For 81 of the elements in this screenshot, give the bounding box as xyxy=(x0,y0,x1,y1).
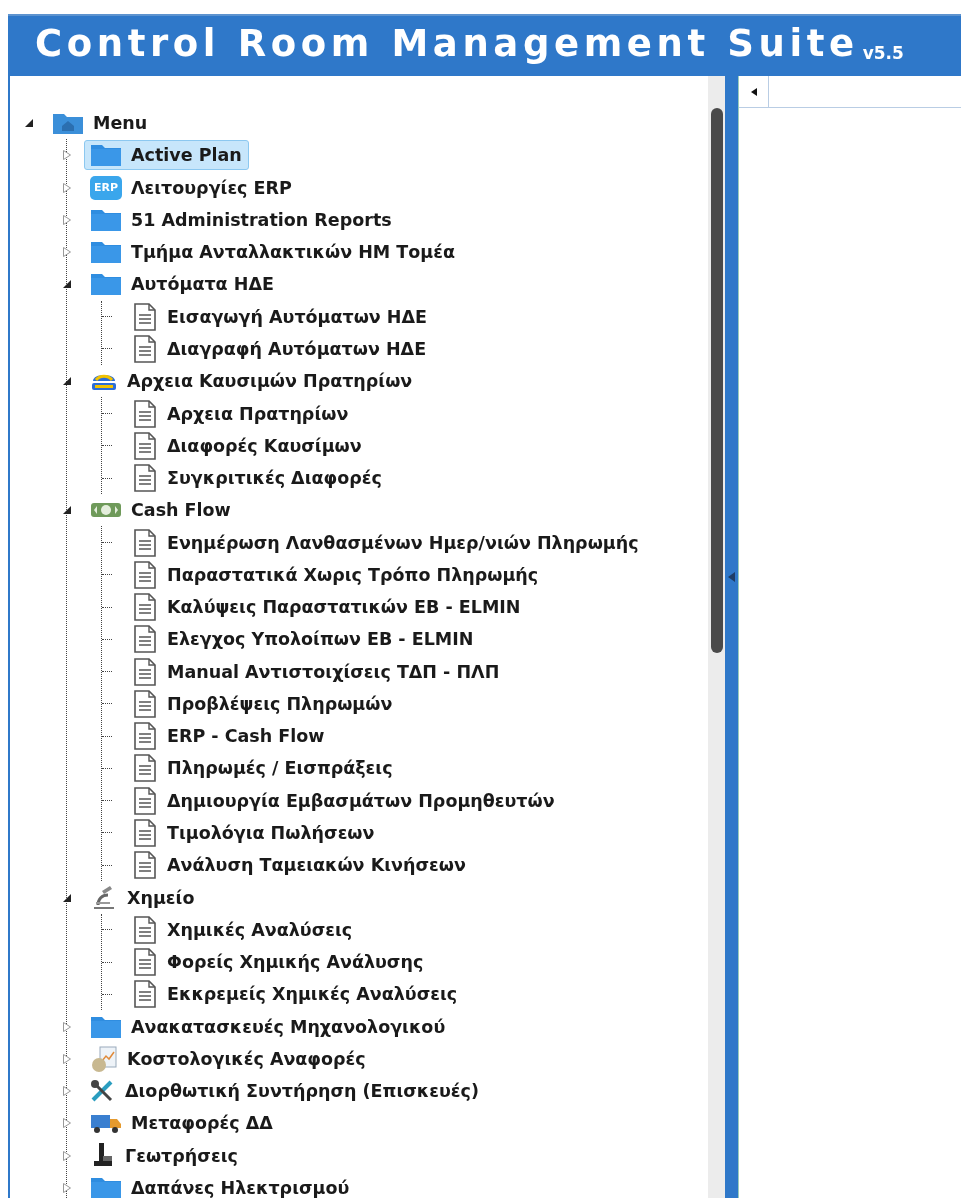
document-icon xyxy=(132,302,158,331)
tree-item[interactable]: Δημιουργία Εμβασμάτων Προμηθευτών xyxy=(126,783,562,818)
tree-item[interactable]: 51 Administration Reports xyxy=(84,204,399,235)
document-icon xyxy=(132,657,158,686)
document-icon xyxy=(132,593,158,622)
document-icon xyxy=(132,528,158,557)
collapse-icon[interactable] xyxy=(727,572,736,582)
tree-item[interactable]: Πληρωμές / Εισπράξεις xyxy=(126,751,400,786)
tree-item[interactable]: Εκκρεμείς Χημικές Αναλύσεις xyxy=(126,977,465,1012)
tree-item[interactable]: Ενημέρωση Λανθασμένων Ημερ/νιών Πληρωμής xyxy=(126,525,646,560)
document-icon xyxy=(132,431,158,460)
document-icon xyxy=(132,560,158,589)
truck-icon xyxy=(90,1112,122,1135)
collapse-toggle[interactable] xyxy=(62,279,72,290)
document-icon xyxy=(132,625,158,654)
document-icon xyxy=(132,754,158,783)
document-icon xyxy=(132,915,158,944)
collapse-toggle[interactable] xyxy=(62,505,72,516)
erp-badge: ERP xyxy=(90,175,122,200)
expand-toggle[interactable] xyxy=(62,1086,72,1097)
expand-toggle[interactable] xyxy=(62,247,72,258)
report-icon xyxy=(90,1044,118,1073)
document-icon xyxy=(132,722,158,751)
document-icon xyxy=(132,689,158,718)
tree-item[interactable]: Χημείο xyxy=(84,881,202,914)
tree-item[interactable]: Αρχεια Πρατηρίων xyxy=(126,396,356,431)
expand-toggle[interactable] xyxy=(62,182,72,193)
collapse-toggle[interactable] xyxy=(62,892,72,903)
tree-item[interactable]: Δαπάνες Ηλεκτρισμού xyxy=(84,1172,357,1198)
tree-item[interactable]: Προβλέψεις Πληρωμών xyxy=(126,686,400,721)
folder-icon xyxy=(90,207,122,232)
tree-item[interactable]: Τιμολόγια Πωλήσεων xyxy=(126,816,382,850)
expand-toggle[interactable] xyxy=(62,1150,72,1161)
expand-toggle[interactable] xyxy=(62,1053,72,1064)
tree-item[interactable]: Διαφορές Καυσίμων xyxy=(126,428,369,463)
tree-item[interactable]: Ελεγχος Υπολοίπων ΕΒ - ELMIN xyxy=(126,622,481,657)
folder-icon xyxy=(90,272,122,297)
document-icon xyxy=(132,819,158,847)
tree-item[interactable]: Ανάλυση Ταμειακών Κινήσεων xyxy=(126,848,473,883)
tree-item[interactable]: Αρχεια Καυσιμών Πρατηρίων xyxy=(84,366,420,397)
triangle-left-icon xyxy=(750,87,757,96)
folder-icon xyxy=(90,1014,122,1039)
document-icon xyxy=(132,786,158,815)
tree-item[interactable]: Κοστολογικές Αναφορές xyxy=(84,1041,373,1076)
folder-icon xyxy=(90,143,122,168)
tree-item[interactable]: Καλύψεις Παραστατικών ΕΒ - ELMIN xyxy=(126,590,528,625)
tree-item[interactable]: Διαγραφή Αυτόματων ΗΔΕ xyxy=(126,332,434,366)
scrollbar-thumb[interactable] xyxy=(710,108,723,653)
expand-toggle[interactable] xyxy=(62,1182,72,1193)
home-folder-icon xyxy=(52,111,84,136)
tree-item[interactable]: Διορθωτική Συντήρηση (Επισκευές) xyxy=(84,1076,486,1107)
collapse-toggle[interactable] xyxy=(24,118,34,129)
tree-item[interactable]: Γεωτρήσεις xyxy=(84,1138,245,1173)
tree-item[interactable]: ERP Λειτουργίες ERP xyxy=(84,172,299,203)
document-icon xyxy=(132,399,158,428)
tree-item[interactable]: Αυτόματα ΗΔΕ xyxy=(84,269,281,300)
tree-item[interactable]: Τμήμα Ανταλλακτικών ΗΜ Τομέα xyxy=(84,237,462,268)
folder-icon xyxy=(90,240,122,265)
expand-toggle[interactable] xyxy=(62,1118,72,1129)
scrollbar[interactable] xyxy=(708,76,725,1198)
tree-item[interactable]: Active Plan xyxy=(84,140,249,171)
tree-item[interactable]: Manual Αντιστοιχίσεις ΤΔΠ - ΠΛΠ xyxy=(126,654,507,689)
expand-toggle[interactable] xyxy=(62,214,72,225)
expand-toggle[interactable] xyxy=(62,150,72,161)
expand-toggle[interactable] xyxy=(62,1021,72,1032)
version-label: v5.5 xyxy=(862,45,904,62)
tree-item[interactable]: Menu xyxy=(46,108,155,139)
tree-item[interactable]: Παραστατικά Χωρις Τρόπο Πληρωμής xyxy=(126,557,546,592)
collapse-toggle[interactable] xyxy=(62,376,72,387)
tree-item[interactable]: Εισαγωγή Αυτόματων ΗΔΕ xyxy=(126,299,434,334)
tree-item[interactable]: Συγκριτικές Διαφορές xyxy=(126,461,389,496)
folder-icon xyxy=(90,1175,122,1198)
tree-item[interactable]: Φορείς Χημικής Ανάλυσης xyxy=(126,945,431,980)
tree-item[interactable]: Ανακατασκευές Μηχανολογικού xyxy=(84,1011,453,1042)
tree-item[interactable]: Μεταφορές ΔΔ xyxy=(84,1109,280,1138)
document-icon xyxy=(132,948,158,977)
tree-item[interactable]: ERP - Cash Flow xyxy=(126,719,332,754)
app-title: Control Room Management Suite xyxy=(35,25,859,62)
tree-item[interactable]: Χημικές Αναλύσεις xyxy=(126,912,360,947)
document-icon xyxy=(132,335,158,363)
tree-item[interactable]: Cash Flow xyxy=(84,497,238,524)
